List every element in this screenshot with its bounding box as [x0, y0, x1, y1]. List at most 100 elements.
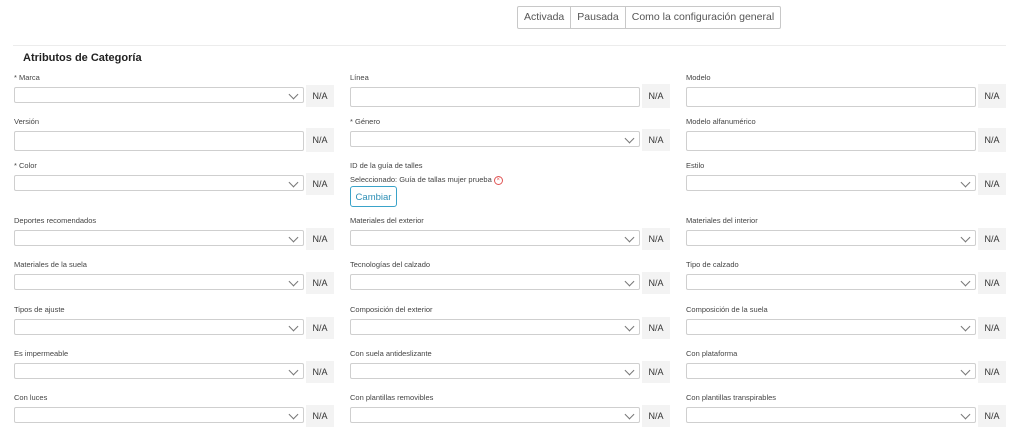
materiales-exterior-select[interactable]	[350, 230, 640, 246]
field-label: Modelo alfanumérico	[686, 117, 756, 126]
na-button[interactable]: N/A	[978, 173, 1006, 195]
field-composicion-suela: Composición de la suela N/A	[686, 305, 1006, 345]
status-pausada-button[interactable]: Pausada	[571, 7, 626, 28]
selected-size-guide-text: Seleccionado: Guía de tallas mujer prueb…	[350, 175, 492, 184]
chevron-down-icon	[288, 276, 299, 287]
field-plantillas-transpirables: Con plantillas transpirables N/A	[686, 393, 1006, 433]
marca-select[interactable]	[14, 87, 304, 103]
field-modelo: Modelo N/A	[686, 73, 1006, 113]
na-button[interactable]: N/A	[642, 317, 670, 339]
na-button[interactable]: N/A	[978, 228, 1006, 250]
section-divider	[13, 45, 1006, 46]
materiales-suela-select[interactable]	[14, 274, 304, 290]
chevron-down-icon	[288, 89, 299, 100]
field-label: Es impermeable	[14, 349, 69, 358]
composicion-exterior-select[interactable]	[350, 319, 640, 335]
field-label: Tipos de ajuste	[14, 305, 65, 314]
modelo-input[interactable]	[686, 87, 976, 107]
estilo-select[interactable]	[686, 175, 976, 191]
na-button[interactable]: N/A	[978, 405, 1006, 427]
field-modelo-alfanumerico: Modelo alfanumérico N/A	[686, 117, 1006, 157]
materiales-interior-select[interactable]	[686, 230, 976, 246]
chevron-down-icon	[624, 276, 635, 287]
chevron-down-icon	[624, 232, 635, 243]
field-label: * Marca	[14, 73, 40, 82]
na-button[interactable]: N/A	[978, 128, 1006, 152]
field-composicion-exterior: Composición del exterior N/A	[350, 305, 670, 345]
deportes-recomendados-select[interactable]	[14, 230, 304, 246]
field-label: Versión	[14, 117, 40, 126]
chevron-down-icon	[624, 365, 635, 376]
field-color: * Color N/A	[14, 161, 334, 201]
color-select[interactable]	[14, 175, 304, 191]
na-button[interactable]: N/A	[642, 361, 670, 383]
field-label: Línea	[350, 73, 369, 82]
suela-antideslizante-select[interactable]	[350, 363, 640, 379]
remove-icon[interactable]: ×	[493, 175, 503, 185]
field-materiales-suela: Materiales de la suela N/A	[14, 260, 334, 300]
version-input[interactable]	[14, 131, 304, 151]
na-button[interactable]: N/A	[306, 317, 334, 339]
na-button[interactable]: N/A	[642, 228, 670, 250]
field-tipos-ajuste: Tipos de ajuste N/A	[14, 305, 334, 345]
tecnologias-calzado-select[interactable]	[350, 274, 640, 290]
na-button[interactable]: N/A	[642, 84, 670, 108]
na-button[interactable]: N/A	[306, 85, 334, 107]
na-button[interactable]: N/A	[306, 173, 334, 195]
plantillas-transpirables-select[interactable]	[686, 407, 976, 423]
field-label: Composición del exterior	[350, 305, 433, 314]
field-materiales-interior: Materiales del interior N/A	[686, 216, 1006, 256]
field-marca: * Marca N/A	[14, 73, 334, 113]
na-button[interactable]: N/A	[978, 272, 1006, 294]
chevron-down-icon	[288, 232, 299, 243]
na-button[interactable]: N/A	[642, 129, 670, 151]
na-button[interactable]: N/A	[306, 128, 334, 152]
tipo-calzado-select[interactable]	[686, 274, 976, 290]
field-tecnologias-calzado: Tecnologías del calzado N/A	[350, 260, 670, 300]
status-activada-button[interactable]: Activada	[518, 7, 572, 28]
con-luces-select[interactable]	[14, 407, 304, 423]
field-label: Tecnologías del calzado	[350, 260, 431, 269]
chevron-down-icon	[960, 409, 971, 420]
modelo-alfanumerico-input[interactable]	[686, 131, 976, 151]
na-button[interactable]: N/A	[306, 405, 334, 427]
genero-select[interactable]	[350, 131, 640, 147]
tipos-ajuste-select[interactable]	[14, 319, 304, 335]
na-button[interactable]: N/A	[306, 228, 334, 250]
field-genero: * Género N/A	[350, 117, 670, 157]
chevron-down-icon	[624, 321, 635, 332]
chevron-down-icon	[960, 276, 971, 287]
field-label: Tipo de calzado	[686, 260, 739, 269]
na-button[interactable]: N/A	[978, 317, 1006, 339]
field-version: Versión N/A	[14, 117, 334, 157]
field-label: Modelo	[686, 73, 711, 82]
composicion-suela-select[interactable]	[686, 319, 976, 335]
field-label: Materiales del exterior	[350, 216, 424, 225]
na-button[interactable]: N/A	[306, 272, 334, 294]
na-button[interactable]: N/A	[978, 361, 1006, 383]
na-button[interactable]: N/A	[642, 272, 670, 294]
con-plataforma-select[interactable]	[686, 363, 976, 379]
field-deportes-recomendados: Deportes recomendados N/A	[14, 216, 334, 256]
es-impermeable-select[interactable]	[14, 363, 304, 379]
field-con-luces: Con luces N/A	[14, 393, 334, 433]
field-suela-antideslizante: Con suela antideslizante N/A	[350, 349, 670, 389]
plantillas-removibles-select[interactable]	[350, 407, 640, 423]
field-label: Con suela antideslizante	[350, 349, 432, 358]
selected-size-guide: Seleccionado: Guía de tallas mujer prueb…	[350, 175, 503, 185]
field-label: Materiales de la suela	[14, 260, 87, 269]
section-title: Atributos de Categoría	[23, 52, 142, 64]
status-general-config-button[interactable]: Como la configuración general	[626, 7, 780, 28]
na-button[interactable]: N/A	[642, 405, 670, 427]
na-button[interactable]: N/A	[978, 84, 1006, 108]
linea-input[interactable]	[350, 87, 640, 107]
field-label: Con plantillas removibles	[350, 393, 434, 402]
field-materiales-exterior: Materiales del exterior N/A	[350, 216, 670, 256]
cambiar-button[interactable]: Cambiar	[350, 186, 397, 207]
chevron-down-icon	[624, 409, 635, 420]
field-label: Con luces	[14, 393, 48, 402]
chevron-down-icon	[624, 133, 635, 144]
field-label: Estilo	[686, 161, 705, 170]
field-con-plataforma: Con plataforma N/A	[686, 349, 1006, 389]
na-button[interactable]: N/A	[306, 361, 334, 383]
